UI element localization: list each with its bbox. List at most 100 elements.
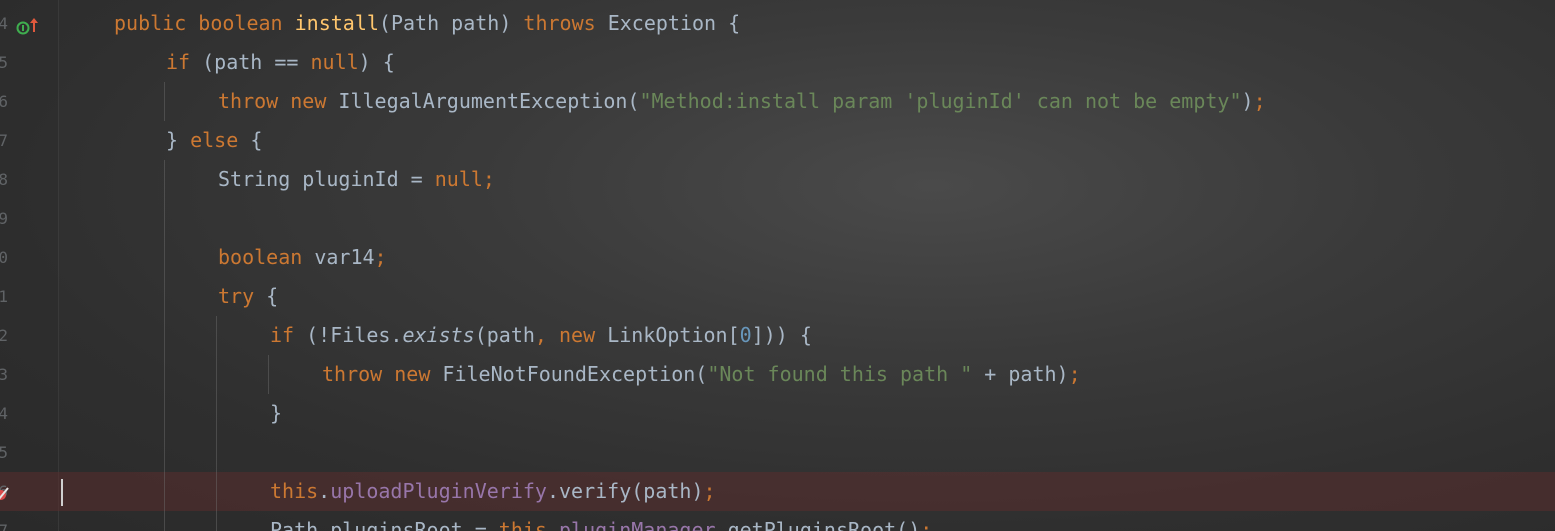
code-line[interactable]: 7 } else { — [0, 121, 1555, 160]
line-number: 5 — [0, 443, 8, 462]
code-token: ; — [703, 479, 716, 503]
code-line[interactable]: 8 String pluginId = null; — [0, 160, 1555, 199]
code-token: pluginManager — [559, 518, 716, 531]
text-caret — [61, 479, 63, 506]
code-token: .verify(path) — [546, 479, 704, 503]
line-number: 3 — [0, 365, 8, 384]
indent-guide — [216, 472, 217, 511]
code-token: String pluginId = — [218, 167, 435, 191]
code-text: Path pluginsRoot = this.pluginManager.ge… — [270, 511, 932, 531]
code-line[interactable]: 2 if (!Files.exists(path, new LinkOption[… — [0, 316, 1555, 355]
indent-guide — [216, 433, 217, 472]
code-line[interactable]: 4} — [0, 394, 1555, 433]
code-token: new — [290, 89, 339, 113]
code-token: exists — [402, 323, 475, 347]
code-line[interactable]: 3 throw new FileNotFoundException("Not fo… — [0, 355, 1555, 394]
code-token: (Path path) — [378, 11, 524, 35]
line-number: 7 — [0, 521, 8, 531]
code-token: this — [270, 479, 319, 503]
code-line[interactable]: 1 try { — [0, 277, 1555, 316]
code-token: FileNotFoundException( — [442, 362, 708, 386]
indent-guide — [164, 238, 165, 277]
code-token: new — [559, 323, 608, 347]
code-token: 0 — [739, 323, 752, 347]
code-text: try { — [218, 277, 278, 316]
code-text: if (path == null) { — [166, 43, 395, 82]
code-token: LinkOption[ — [607, 323, 740, 347]
code-token: else — [190, 128, 251, 152]
code-text: } else { — [166, 121, 262, 160]
code-line-current[interactable]: 6this.uploadPluginVerify.verify(path); — [0, 472, 1555, 511]
code-token: . — [546, 518, 559, 531]
code-token: ])) { — [751, 323, 812, 347]
code-token: { — [266, 284, 279, 308]
indent-guide — [164, 316, 165, 355]
line-number: 6 — [0, 92, 8, 111]
code-token: null — [310, 50, 359, 74]
code-token: ) { — [358, 50, 395, 74]
code-text: boolean var14; — [218, 238, 387, 277]
breakpoint-icon[interactable] — [0, 483, 10, 500]
code-text: if (!Files.exists(path, new LinkOption[0… — [270, 316, 812, 355]
code-token: { — [250, 128, 263, 152]
indent-guide — [164, 394, 165, 433]
indent-guide — [216, 355, 217, 394]
indent-guide — [164, 355, 165, 394]
code-token: this — [498, 518, 547, 531]
code-token: ; — [1068, 362, 1081, 386]
code-token: ; — [920, 518, 933, 531]
code-token: uploadPluginVerify — [330, 479, 547, 503]
code-token: ) — [1241, 89, 1254, 113]
override-up-arrow-icon[interactable] — [28, 14, 42, 32]
code-text: throw new IllegalArgumentException("Meth… — [218, 82, 1266, 121]
code-token: new — [394, 362, 443, 386]
indent-guide — [268, 355, 269, 394]
code-line[interactable]: 9 — [0, 199, 1555, 238]
code-text: String pluginId = null; — [218, 160, 495, 199]
code-token: try — [218, 284, 267, 308]
code-token: boolean — [198, 11, 295, 35]
indent-guide — [164, 511, 165, 531]
indent-guide — [216, 316, 217, 355]
indent-guide — [216, 511, 217, 531]
indent-guide — [164, 433, 165, 472]
line-number: 4 — [0, 14, 8, 33]
code-token: IllegalArgumentException( — [338, 89, 640, 113]
indent-guide — [216, 394, 217, 433]
code-token: .getPluginsRoot() — [715, 518, 921, 531]
line-number: 5 — [0, 53, 8, 72]
code-token: throw — [218, 89, 291, 113]
line-number: 4 — [0, 404, 8, 423]
code-token: Exception { — [607, 11, 741, 35]
code-token: null — [434, 167, 483, 191]
code-line[interactable]: 6 throw new IllegalArgumentException("Met… — [0, 82, 1555, 121]
code-token: throws — [523, 11, 608, 35]
code-editor[interactable]: 4 public boolean install(Path path) throw… — [0, 0, 1555, 531]
code-line[interactable]: 0 boolean var14; — [0, 238, 1555, 277]
code-text: throw new FileNotFoundException("Not fou… — [322, 355, 1081, 394]
line-number: 1 — [0, 287, 8, 306]
code-line[interactable]: 5 — [0, 433, 1555, 472]
code-token: if — [270, 323, 307, 347]
code-text: public boolean install(Path path) throws… — [114, 4, 740, 43]
indent-guide — [164, 277, 165, 316]
line-number: 7 — [0, 131, 8, 150]
code-text: } — [270, 394, 282, 433]
code-token: throw — [322, 362, 395, 386]
code-token: if — [166, 50, 203, 74]
code-token: "Not found this path " — [707, 362, 973, 386]
indent-guide — [164, 199, 165, 238]
code-line[interactable]: 4 public boolean install(Path path) throw… — [0, 4, 1555, 43]
code-token: ; — [1253, 89, 1266, 113]
line-number: 2 — [0, 326, 8, 345]
code-token: boolean — [218, 245, 315, 269]
code-token: "Method:install param 'pluginId' can not… — [639, 89, 1242, 113]
code-token: . — [318, 479, 331, 503]
code-token: (!Files. — [306, 323, 403, 347]
code-line[interactable]: 5 if (path == null) { — [0, 43, 1555, 82]
line-number: 0 — [0, 248, 8, 267]
code-token: + path) — [972, 362, 1069, 386]
code-token: , — [534, 323, 560, 347]
code-token: var14 — [314, 245, 375, 269]
code-line[interactable]: 7 Path pluginsRoot = this.pluginManager.g… — [0, 511, 1555, 531]
